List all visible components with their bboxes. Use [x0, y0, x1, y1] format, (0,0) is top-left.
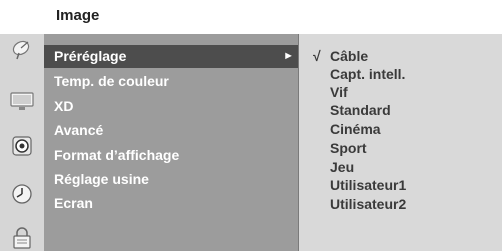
menu-item-aspect-ratio[interactable]: Format d’affichage: [44, 144, 298, 167]
panel-divider: [298, 34, 299, 251]
menu-item-label: Avancé: [54, 122, 104, 138]
page-title: Image: [56, 7, 100, 24]
option-smart-sensor[interactable]: Capt. intell.: [330, 65, 405, 83]
option-vivid[interactable]: Vif: [330, 83, 348, 101]
category-icon-column: [0, 34, 44, 251]
osd-screen: Image Préréglage ► Temp. de couleur XD A…: [0, 0, 502, 251]
option-cable[interactable]: Câble: [330, 47, 368, 65]
menu-item-advanced[interactable]: Avancé: [44, 119, 298, 142]
menu-item-label: Préréglage: [54, 48, 127, 64]
option-standard[interactable]: Standard: [330, 101, 391, 119]
audio-speaker-icon[interactable]: [8, 132, 36, 160]
menu-item-factory-reset[interactable]: Réglage usine: [44, 168, 298, 191]
picture-monitor-icon[interactable]: [8, 88, 36, 116]
menu-item-label: Temp. de couleur: [54, 73, 169, 89]
submenu-arrow-icon: ►: [283, 50, 294, 62]
clock-icon[interactable]: [8, 180, 36, 208]
menu-item-color-temp[interactable]: Temp. de couleur: [44, 70, 298, 93]
option-sport[interactable]: Sport: [330, 139, 367, 157]
menu-item-preset[interactable]: Préréglage ►: [44, 45, 298, 68]
menu-item-label: XD: [54, 98, 74, 114]
option-game[interactable]: Jeu: [330, 158, 354, 176]
satellite-dish-icon[interactable]: [8, 36, 36, 64]
title-bar: Image: [0, 0, 502, 34]
menu-item-label: Ecran: [54, 195, 93, 211]
checkmark-icon: √: [313, 48, 321, 64]
menu-item-xd[interactable]: XD: [44, 95, 298, 118]
option-cinema[interactable]: Cinéma: [330, 120, 381, 138]
menu-item-screen[interactable]: Ecran: [44, 192, 298, 215]
menu-item-label: Réglage usine: [54, 171, 149, 187]
option-user2[interactable]: Utilisateur2: [330, 195, 406, 213]
lock-icon[interactable]: [8, 224, 36, 252]
menu-item-label: Format d’affichage: [54, 147, 180, 163]
option-user1[interactable]: Utilisateur1: [330, 176, 406, 194]
